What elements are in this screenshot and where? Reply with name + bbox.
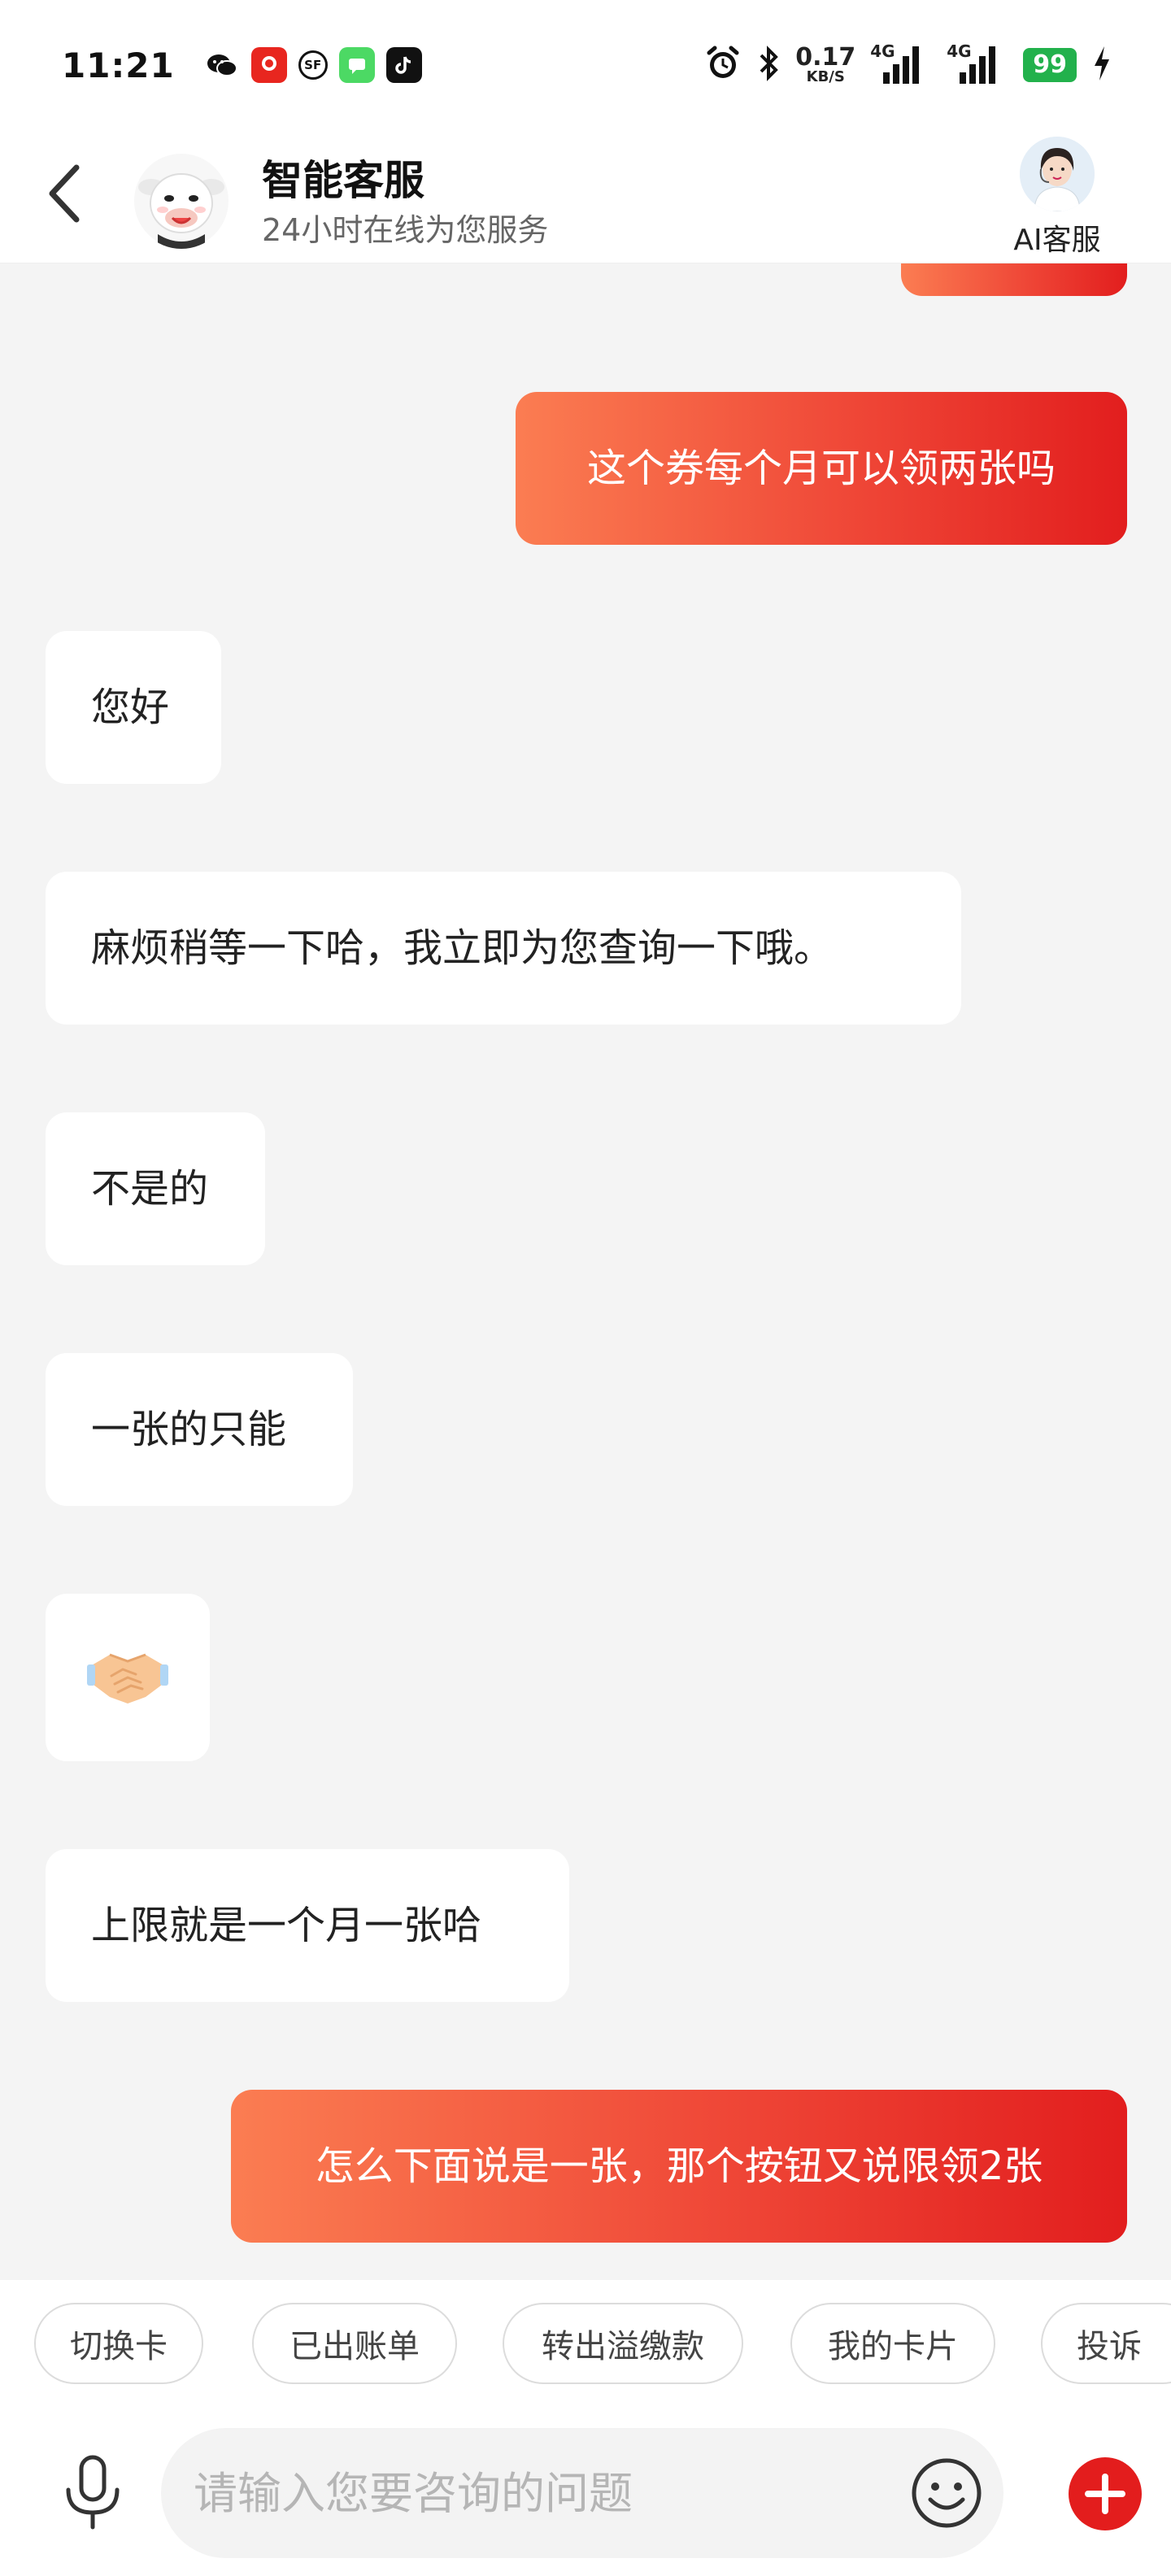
bluetooth-icon: [756, 46, 781, 85]
tiktok-icon: [385, 47, 422, 83]
microphone-icon: [66, 2455, 120, 2530]
message-bubble-agent-emoji: [46, 1594, 210, 1761]
message-bubble-agent: 麻烦稍等一下哈，我立即为您查询一下哦。: [46, 872, 961, 1025]
plus-icon: [1085, 2474, 1125, 2514]
message-bubble-user: 这个券每个月可以领两张吗: [516, 392, 1127, 545]
chip-my-cards[interactable]: 我的卡片: [790, 2303, 995, 2384]
message-bubble-user: 怎么下面说是一张，那个按钮又说限领2张: [231, 2090, 1127, 2243]
signal-icon-1: 4G: [870, 41, 932, 84]
chat-messages[interactable]: 这个券每个月可以领两张吗 您好 麻烦稍等一下哈，我立即为您查询一下哦。 不是的 …: [0, 263, 1171, 2280]
quick-reply-bar[interactable]: 切换卡 已出账单 转出溢缴款 我的卡片 投诉: [0, 2280, 1171, 2410]
chevron-left-icon: [49, 164, 80, 223]
chat-header: 智能客服 24小时在线为您服务 AI客服: [0, 130, 1171, 263]
message-bubble-user: [901, 263, 1127, 296]
ai-service-button[interactable]: AI客服: [1000, 137, 1114, 259]
chip-complaint[interactable]: 投诉: [1041, 2303, 1171, 2384]
bot-avatar: [133, 153, 229, 249]
chip-billed-statement[interactable]: 已出账单: [252, 2303, 457, 2384]
back-button[interactable]: [42, 161, 91, 226]
page-title: 智能客服: [262, 157, 424, 204]
message-bubble-agent: 上限就是一个月一张哈: [46, 1849, 569, 2002]
chip-transfer-overpayment[interactable]: 转出溢缴款: [503, 2303, 743, 2384]
sf-express-icon: SF: [298, 50, 328, 80]
cow-mascot-icon: [134, 154, 229, 249]
message-bubble-agent: 不是的: [46, 1112, 265, 1265]
message-input[interactable]: [161, 2428, 1003, 2558]
status-time: 11:21: [62, 45, 175, 85]
message-bubble-agent: 您好: [46, 631, 221, 784]
emoji-icon: [912, 2458, 982, 2528]
signal-icon-2: 4G: [947, 41, 1008, 84]
notification-icons: SF: [204, 47, 422, 83]
ai-agent-avatar: [1020, 137, 1095, 211]
message-bubble-agent: 一张的只能: [46, 1353, 353, 1506]
status-bar: 11:21 SF 0.17 KB/S 4G 4G 99: [0, 0, 1171, 130]
ai-service-label: AI客服: [1013, 224, 1101, 257]
alarm-icon: [704, 45, 742, 85]
chip-switch-card[interactable]: 切换卡: [34, 2303, 203, 2384]
more-actions-button[interactable]: [1069, 2457, 1142, 2530]
emoji-button[interactable]: [909, 2456, 984, 2530]
wechat-icon: [204, 47, 240, 83]
bank-app-icon: [250, 47, 287, 83]
voice-button[interactable]: [54, 2452, 132, 2534]
page-subtitle: 24小时在线为您服务: [262, 212, 549, 248]
messages-icon: [338, 47, 375, 83]
input-bar: [0, 2410, 1171, 2576]
battery-indicator: 99: [1023, 48, 1077, 82]
charging-icon: [1091, 45, 1112, 85]
agent-portrait-icon: [1020, 137, 1095, 211]
handshake-icon: [87, 1653, 168, 1704]
network-speed: 0.17 KB/S: [795, 43, 856, 85]
